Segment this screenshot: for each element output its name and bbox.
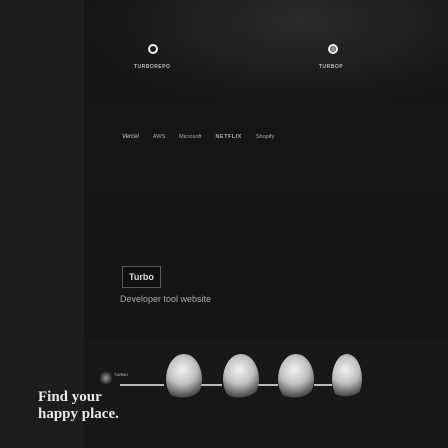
shape-blob: [223, 354, 259, 400]
shape-blob: [278, 354, 314, 400]
turbopack-wordmark: TURBOP: [319, 64, 344, 70]
logo-microsoft: Microsoft: [179, 134, 202, 140]
turborepo-logo-icon: [148, 44, 158, 54]
logo-aws: AWS: [152, 134, 166, 140]
turborepo-wordmark: TURBOREPO: [134, 64, 171, 70]
connector-line: [200, 384, 222, 386]
hero-card[interactable]: TURBOREPO TURBOP Vercel AWS Microsoft NE…: [84, 0, 448, 210]
feature-headline: Find your happy place.: [38, 389, 119, 423]
project-info: Turbo Developer tool website: [84, 210, 448, 340]
connector-line: [258, 384, 278, 386]
left-gutter: [0, 0, 84, 448]
turbopack-logo-icon: [328, 44, 338, 54]
connector-line: [314, 384, 332, 386]
shape-small: [100, 370, 112, 386]
logo-shopify: Shopify: [255, 134, 275, 140]
shape-tag: TURBO: [114, 372, 128, 377]
headline-line-1: Find your: [38, 389, 102, 405]
project-tagline: Developer tool website: [120, 294, 212, 304]
shape-row: TURBO: [100, 354, 448, 406]
project-title-badge[interactable]: Turbo: [122, 266, 161, 288]
shape-blob: [166, 354, 202, 400]
customer-logos-row: Vercel AWS Microsoft NETFLIX Shopify: [122, 130, 442, 144]
logo-vercel: Vercel: [122, 134, 139, 140]
shape-blob: [332, 354, 362, 400]
logo-netflix: NETFLIX: [215, 134, 242, 140]
hero-background: [84, 0, 448, 108]
connector-line: [120, 384, 164, 386]
feature-card[interactable]: TURBO: [84, 340, 448, 448]
headline-line-2: happy place.: [38, 406, 119, 422]
